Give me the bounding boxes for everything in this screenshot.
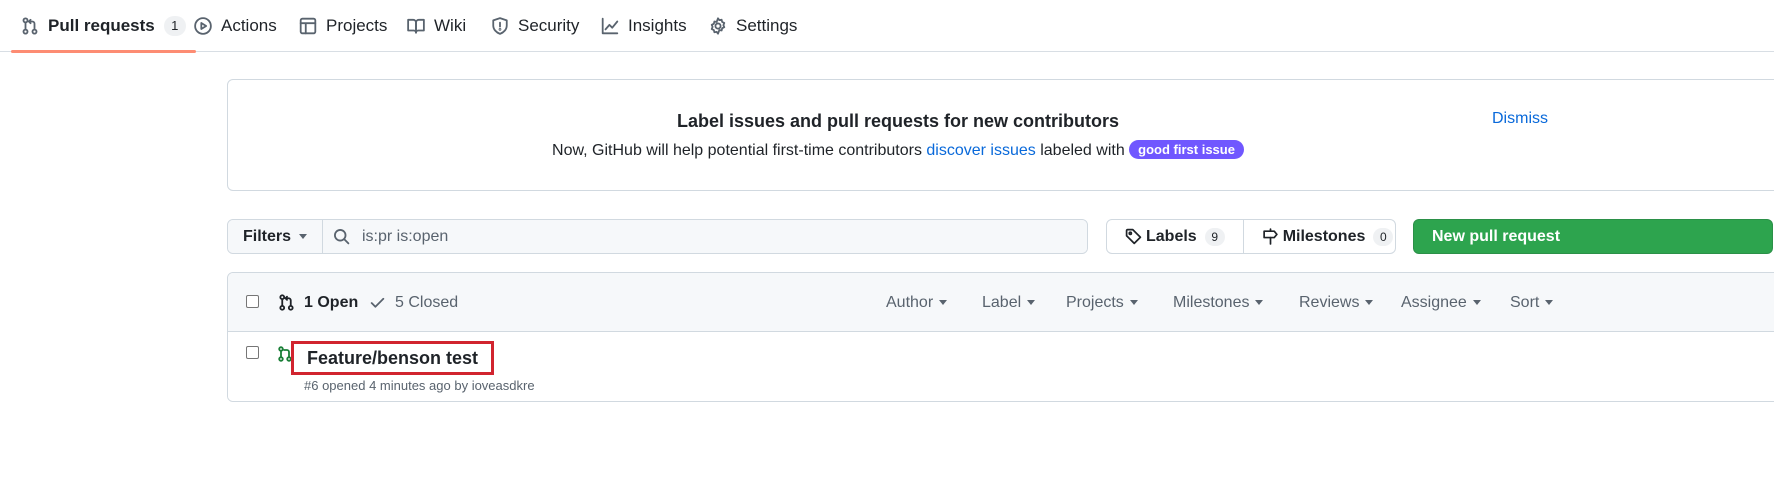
search-box <box>323 220 1087 253</box>
labels-label: Labels <box>1146 227 1197 245</box>
tab-actions[interactable]: Actions <box>194 0 277 52</box>
sort-label: Sort <box>1510 293 1540 311</box>
chevron-down-icon <box>1129 300 1138 305</box>
tab-label: Insights <box>628 16 687 35</box>
projects-filter-label: Projects <box>1066 293 1124 311</box>
chevron-down-icon <box>1255 300 1264 305</box>
pull-request-opened-text: #6 opened 4 minutes ago by <box>304 378 472 393</box>
chevron-down-icon <box>939 300 948 305</box>
tab-label: Actions <box>221 16 277 35</box>
book-icon <box>407 18 425 34</box>
banner-text-after: labeled with <box>1035 142 1130 159</box>
closed-filter-link[interactable]: 5 Closed <box>369 273 458 332</box>
tab-settings[interactable]: Settings <box>709 0 797 52</box>
new-pull-request-button[interactable]: New pull request <box>1413 219 1773 254</box>
labels-counter: 9 <box>1204 227 1225 246</box>
tab-label: Settings <box>736 16 798 35</box>
tab-label: Projects <box>326 16 388 35</box>
label-filter-dropdown[interactable]: Label <box>982 273 1036 332</box>
pull-request-list: 1 Open 5 Closed Author Label Projects Mi… <box>227 272 1774 402</box>
labels-milestones-group: Labels 9 Milestones 0 <box>1106 219 1396 254</box>
search-input[interactable] <box>362 227 962 246</box>
closed-count-label: 5 Closed <box>395 293 459 311</box>
open-filter-link[interactable]: 1 Open <box>278 273 358 332</box>
milestones-counter: 0 <box>1373 227 1394 246</box>
check-icon <box>370 297 385 308</box>
assignee-filter-label: Assignee <box>1401 293 1467 311</box>
tab-wiki[interactable]: Wiki <box>407 0 466 52</box>
search-icon <box>334 229 350 245</box>
chevron-down-icon <box>1365 300 1374 305</box>
banner-title: Label issues and pull requests for new c… <box>676 111 1120 131</box>
reviews-filter-dropdown[interactable]: Reviews <box>1299 273 1374 332</box>
git-pull-request-icon <box>22 17 38 35</box>
gear-icon <box>710 17 726 35</box>
list-header: 1 Open 5 Closed Author Label Projects Mi… <box>228 273 1774 332</box>
milestones-button[interactable]: Milestones 0 <box>1242 220 1412 253</box>
sort-dropdown[interactable]: Sort <box>1510 273 1554 332</box>
play-icon <box>194 17 212 35</box>
filter-search-group: Filters <box>227 219 1088 254</box>
pull-request-row: Feature/benson test #6 opened 4 minutes … <box>228 332 1774 401</box>
table-icon <box>299 17 317 35</box>
chevron-down-icon <box>299 234 307 239</box>
pull-requests-counter: 1 <box>163 16 186 36</box>
labels-button[interactable]: Labels 9 <box>1107 220 1243 253</box>
banner-text-before: Now, GitHub will help potential first-ti… <box>552 142 927 159</box>
milestones-label: Milestones <box>1282 227 1366 245</box>
good-first-issue-label[interactable]: good first issue <box>1129 140 1244 159</box>
chevron-down-icon <box>1545 300 1554 305</box>
author-filter-label: Author <box>886 293 934 311</box>
tab-security[interactable]: Security <box>491 0 579 52</box>
milestones-filter-dropdown[interactable]: Milestones <box>1173 273 1264 332</box>
author-link[interactable]: ioveasdkre <box>472 378 535 393</box>
shield-icon <box>492 17 508 35</box>
chevron-down-icon <box>1472 300 1481 305</box>
label-filter-label: Label <box>982 293 1022 311</box>
reviews-filter-label: Reviews <box>1299 293 1360 311</box>
pull-request-meta: #6 opened 4 minutes ago by ioveasdkre <box>304 378 535 393</box>
tag-icon <box>1125 228 1142 245</box>
contributors-banner: Label issues and pull requests for new c… <box>227 79 1774 191</box>
git-pull-request-icon <box>279 294 294 311</box>
filters-button[interactable]: Filters <box>228 220 323 253</box>
author-filter-dropdown[interactable]: Author <box>886 273 948 332</box>
tab-insights[interactable]: Insights <box>601 0 687 52</box>
tab-projects[interactable]: Projects <box>299 0 387 52</box>
tab-pull-requests[interactable]: Pull requests 1 <box>11 0 196 53</box>
assignee-filter-dropdown[interactable]: Assignee <box>1401 273 1481 332</box>
pull-request-title-link[interactable]: Feature/benson test <box>291 341 495 375</box>
tab-label: Pull requests <box>48 16 155 35</box>
select-all-checkbox[interactable] <box>246 295 259 308</box>
discover-issues-link[interactable]: discover issues <box>926 142 1035 159</box>
milestones-filter-label: Milestones <box>1173 293 1250 311</box>
graph-icon <box>601 17 619 35</box>
tab-label: Security <box>518 16 580 35</box>
filters-label: Filters <box>242 227 291 245</box>
milestone-icon <box>1262 228 1278 245</box>
chevron-down-icon <box>1027 300 1036 305</box>
open-count-label: 1 Open <box>304 293 359 311</box>
dismiss-button[interactable]: Dismiss <box>1492 110 1548 128</box>
repo-nav: Pull requests 1 Actions Projects Wiki Se… <box>0 0 1774 53</box>
projects-filter-dropdown[interactable]: Projects <box>1066 273 1138 332</box>
row-checkbox[interactable] <box>246 346 259 359</box>
tab-label: Wiki <box>434 16 467 35</box>
banner-text: Now, GitHub will help potential first-ti… <box>228 140 1568 160</box>
